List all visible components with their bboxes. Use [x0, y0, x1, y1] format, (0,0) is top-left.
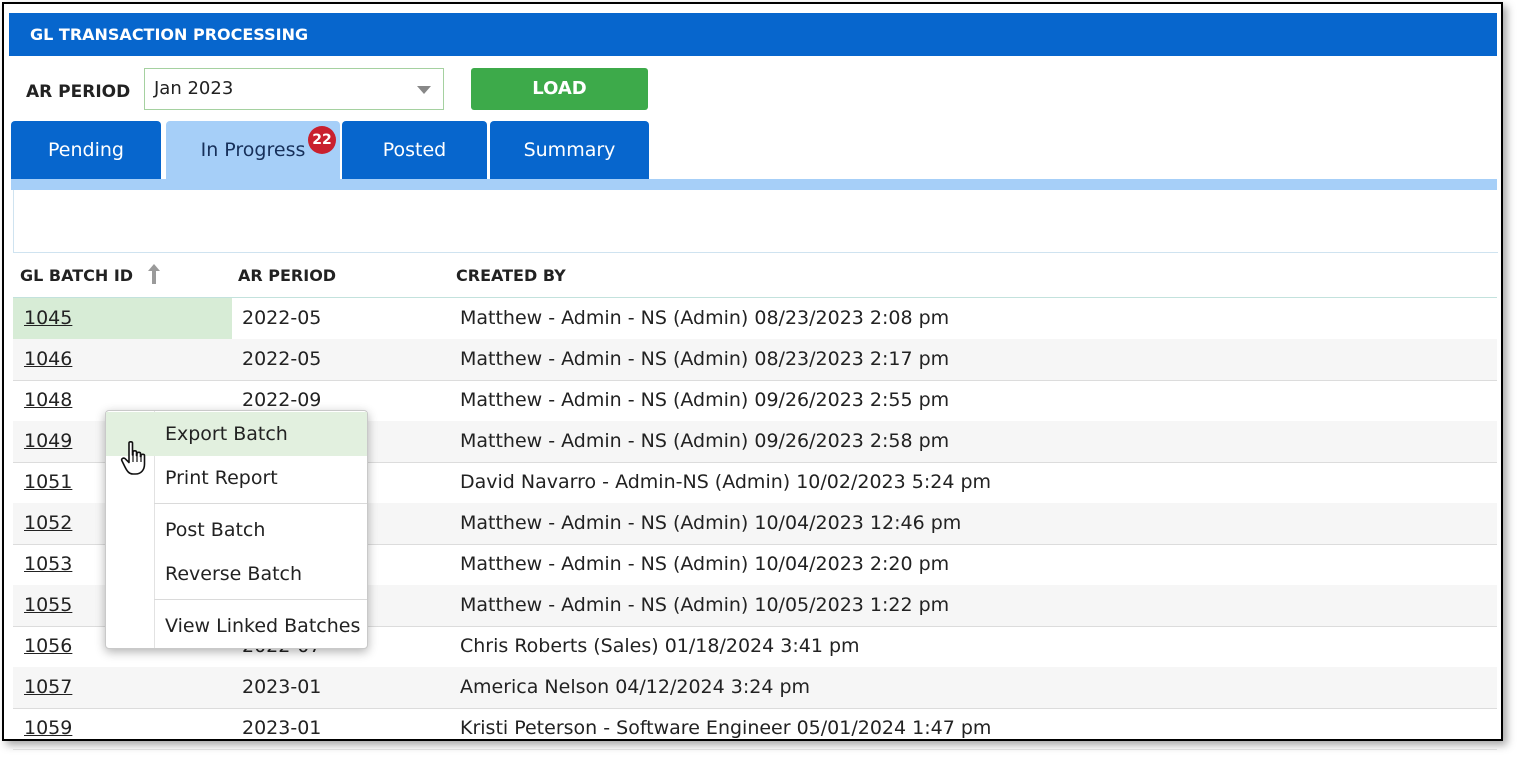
batch-id-cell: 1045: [13, 298, 232, 339]
table-row[interactable]: 1057 2023-01 America Nelson 04/12/2024 3:2…: [13, 667, 1497, 709]
arrow-up-icon[interactable]: [147, 263, 161, 285]
column-header-created-by[interactable]: CREATED BY: [456, 266, 566, 285]
tab-in-progress[interactable]: In Progress 22: [166, 121, 340, 179]
tab-underline: [11, 179, 1497, 190]
batch-id-cell: 1057: [13, 667, 232, 708]
tab-label: In Progress: [200, 139, 306, 161]
tab-posted[interactable]: Posted: [342, 121, 487, 179]
created-by-cell: Matthew - Admin - NS (Admin) 10/05/2023 …: [460, 594, 950, 616]
ar-period-cell: 2023-01: [242, 717, 322, 739]
created-by-cell: Matthew - Admin - NS (Admin) 10/04/2023 …: [460, 512, 962, 534]
batch-id-link[interactable]: 1057: [24, 676, 72, 698]
table-row[interactable]: 1046 2022-05 Matthew - Admin - NS (Admin) …: [13, 339, 1497, 381]
batch-id-link[interactable]: 1056: [24, 635, 72, 657]
hand-pointer-icon: [120, 441, 146, 475]
tab-label: Pending: [48, 139, 124, 161]
batch-id-link[interactable]: 1048: [24, 389, 72, 411]
page-title: GL TRANSACTION PROCESSING: [30, 25, 309, 44]
created-by-cell: David Navarro - Admin-NS (Admin) 10/02/2…: [460, 471, 992, 493]
batch-id-link[interactable]: 1051: [24, 471, 72, 493]
tab-label: Summary: [523, 139, 616, 161]
grid-toolbar: [13, 190, 1498, 253]
batch-id-link[interactable]: 1055: [24, 594, 72, 616]
table-row[interactable]: 1045 2022-05 Matthew - Admin - NS (Admin) …: [13, 298, 1497, 340]
ar-period-value: Jan 2023: [154, 78, 234, 99]
ar-period-label: AR PERIOD: [26, 82, 131, 102]
page-header: GL TRANSACTION PROCESSING: [9, 13, 1497, 56]
ar-period-cell: 2022-05: [242, 307, 322, 329]
tab-summary[interactable]: Summary: [490, 121, 649, 179]
batch-id-link[interactable]: 1046: [24, 348, 72, 370]
batch-id-link[interactable]: 1045: [24, 307, 72, 329]
created-by-cell: Matthew - Admin - NS (Admin) 08/23/2023 …: [460, 307, 950, 329]
created-by-cell: Matthew - Admin - NS (Admin) 09/26/2023 …: [460, 430, 950, 452]
tab-label: Posted: [382, 139, 447, 161]
batch-id-link[interactable]: 1052: [24, 512, 72, 534]
created-by-cell: Matthew - Admin - NS (Admin) 08/23/2023 …: [460, 348, 950, 370]
count-badge: 22: [308, 126, 336, 154]
batch-id-link[interactable]: 1059: [24, 717, 72, 739]
menu-divider: [154, 503, 367, 504]
created-by-cell: Chris Roberts (Sales) 01/18/2024 3:41 pm: [460, 635, 860, 657]
menu-divider: [154, 599, 367, 600]
table-header: GL BATCH ID AR PERIOD CREATED BY: [13, 253, 1497, 298]
ar-period-select[interactable]: Jan 2023: [144, 68, 444, 110]
menu-item-post-batch[interactable]: Post Batch: [106, 508, 367, 552]
ar-period-cell: 2022-05: [242, 348, 322, 370]
ar-period-cell: 2023-01: [242, 676, 322, 698]
column-header-ar-period[interactable]: AR PERIOD: [238, 266, 336, 285]
menu-item-reverse-batch[interactable]: Reverse Batch: [106, 552, 367, 596]
created-by-cell: Kristi Peterson - Software Engineer 05/0…: [460, 717, 992, 739]
table-row[interactable]: 1059 2023-01 Kristi Peterson - Software En…: [13, 708, 1497, 750]
tab-pending[interactable]: Pending: [11, 121, 161, 179]
created-by-cell: America Nelson 04/12/2024 3:24 pm: [460, 676, 811, 698]
column-header-batch-id[interactable]: GL BATCH ID: [20, 266, 133, 285]
batch-id-link[interactable]: 1053: [24, 553, 72, 575]
chevron-down-icon: [417, 86, 431, 94]
menu-item-view-linked-batches[interactable]: View Linked Batches: [106, 604, 367, 648]
batch-id-link[interactable]: 1049: [24, 430, 72, 452]
created-by-cell: Matthew - Admin - NS (Admin) 09/26/2023 …: [460, 389, 950, 411]
created-by-cell: Matthew - Admin - NS (Admin) 10/04/2023 …: [460, 553, 950, 575]
batch-id-cell: 1046: [13, 339, 232, 380]
batch-id-cell: 1059: [13, 708, 232, 749]
load-button[interactable]: LOAD: [471, 68, 648, 110]
